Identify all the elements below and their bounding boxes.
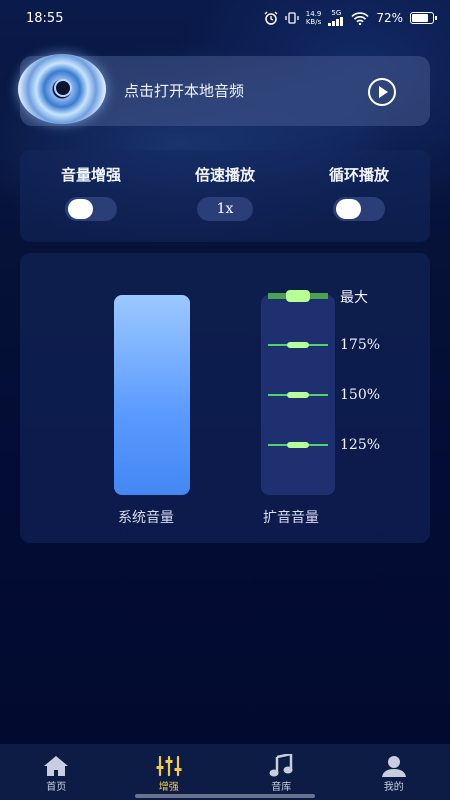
system-volume-slider[interactable] [114, 295, 190, 495]
open-local-audio-label[interactable]: 点击打开本地音频 [124, 80, 244, 101]
level-label-175: 175% [340, 337, 381, 353]
amp-level-150-tick[interactable] [268, 392, 328, 398]
speed-selector[interactable]: 1x [197, 197, 253, 221]
status-time: 18:55 [26, 10, 64, 26]
nav-item-mine[interactable]: 我的 [338, 744, 450, 800]
nav-label-mine: 我的 [383, 782, 404, 793]
battery-icon [410, 12, 437, 24]
nav-item-home[interactable]: 首页 [0, 744, 113, 800]
signal-icon [328, 17, 344, 26]
battery-percent: 72% [376, 11, 403, 25]
level-label-max: 最大 [340, 290, 368, 306]
net-speed: 14.9 KB/s [306, 10, 322, 26]
play-circle-icon[interactable] [368, 78, 396, 106]
nav-label-enhance: 增强 [158, 782, 179, 793]
loop-label: 循环播放 [328, 166, 389, 184]
local-audio-card[interactable]: 点击打开本地音频 [18, 54, 430, 126]
speed-label: 倍速播放 [194, 166, 255, 184]
bottom-nav: 首页 增强 音库 我的 [0, 744, 450, 800]
net-speed-value: 14.9 [305, 10, 322, 18]
nav-label-library: 音库 [271, 782, 292, 793]
speed-control: 倍速播放 1x [170, 164, 280, 221]
amp-level-max-tick[interactable] [268, 290, 328, 302]
volume-boost-toggle[interactable] [65, 197, 117, 221]
loop-toggle[interactable] [333, 197, 385, 221]
alarm-icon [264, 11, 278, 25]
net-speed-unit: KB/s [305, 18, 322, 26]
music-note-icon [269, 754, 293, 777]
wifi-icon [351, 11, 369, 25]
equalizer-icon [156, 755, 182, 777]
nav-item-enhance[interactable]: 增强 [113, 744, 226, 800]
level-label-125: 125% [340, 437, 381, 453]
playback-controls: 音量增强 倍速播放 1x 循环播放 [20, 150, 430, 242]
volume-boost-control: 音量增强 [36, 164, 146, 221]
amp-slider-thumb[interactable] [286, 290, 310, 302]
home-indicator[interactable] [135, 794, 315, 798]
amp-level-175-tick[interactable] [268, 342, 328, 348]
amplify-volume-label: 扩音音量 [263, 510, 319, 526]
vibrate-icon [285, 12, 299, 24]
level-label-150: 150% [340, 387, 381, 403]
volume-boost-label: 音量增强 [60, 166, 121, 184]
network-type: 5G [331, 9, 342, 17]
volume-panel: 系统音量 最大 175% 150% 125% 扩音音量 [20, 253, 430, 543]
user-icon [381, 756, 406, 777]
amp-level-125-tick[interactable] [268, 442, 328, 448]
nav-label-home: 首页 [46, 782, 67, 793]
loop-control: 循环播放 [304, 164, 414, 221]
status-bar: 18:55 14.9 KB/s 5G 72% [0, 0, 450, 36]
cell-signal: 5G [328, 10, 344, 26]
disc-icon [18, 54, 106, 124]
system-volume-label: 系统音量 [118, 510, 174, 526]
nav-item-library[interactable]: 音库 [225, 744, 338, 800]
home-icon [44, 756, 69, 776]
status-icons: 14.9 KB/s 5G 72% [264, 10, 437, 26]
